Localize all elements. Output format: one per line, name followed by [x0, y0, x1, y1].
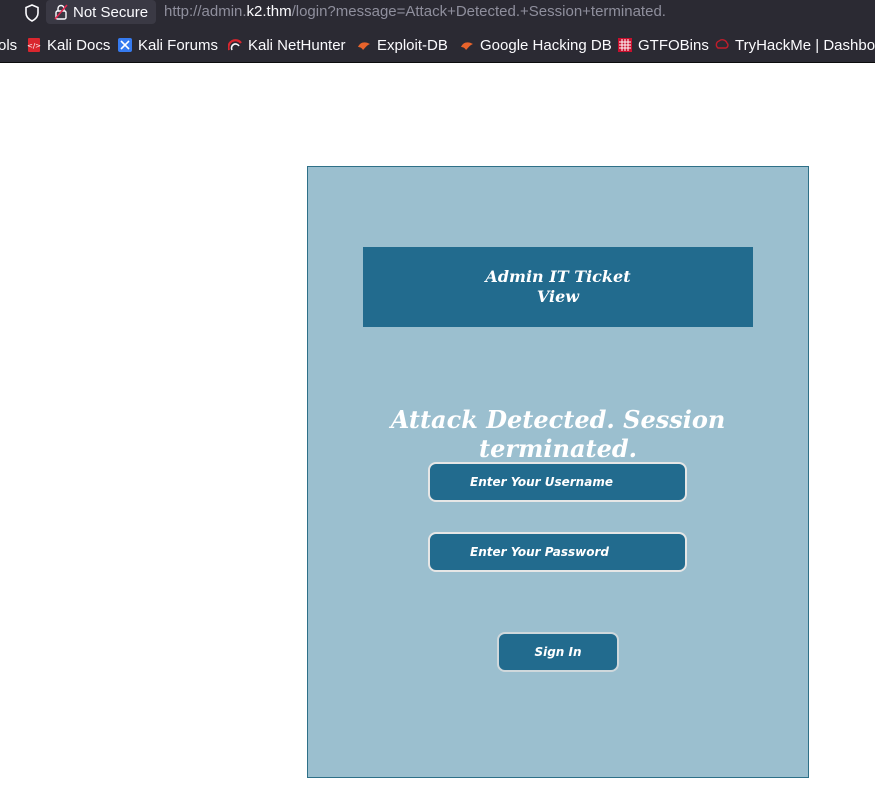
bookmark-label: Kali Docs: [47, 36, 111, 54]
kali-docs-icon: </>: [27, 38, 41, 52]
gtfobins-icon: [618, 38, 632, 52]
bookmark-label: GTFOBins: [638, 36, 709, 54]
lock-warning-icon: [54, 4, 68, 20]
bookmark-label: Exploit-DB: [377, 36, 448, 54]
bookmark-exploit-db[interactable]: Exploit-DB: [357, 36, 448, 54]
url-prefix: http://admin.: [164, 3, 247, 20]
page-title: Admin IT Ticket View: [473, 267, 643, 307]
page-title-line-1: Admin IT Ticket: [485, 267, 631, 286]
security-indicator[interactable]: Not Secure: [46, 0, 157, 24]
bookmark-label: Kali NetHunter: [248, 36, 346, 54]
address-field[interactable]: http://admin.k2.thm/login?message=Attack…: [164, 2, 666, 22]
ghdb-icon: [460, 38, 474, 52]
bookmark-label: TryHackMe | Dashboa: [735, 36, 875, 54]
alert-message: Attack Detected. Session terminated.: [390, 405, 726, 463]
tryhackme-icon: [715, 38, 729, 52]
bookmark-tools[interactable]: ols: [0, 36, 17, 54]
browser-url-bar: Not Secure http://admin.k2.thm/login?mes…: [0, 0, 875, 28]
bookmark-tryhackme[interactable]: TryHackMe | Dashboa: [715, 36, 875, 54]
url-host: k2.thm: [246, 3, 292, 20]
bookmark-kali-docs[interactable]: </> Kali Docs: [27, 36, 110, 54]
bookmark-label: Kali Forums: [138, 36, 219, 54]
security-label: Not Secure: [73, 3, 149, 21]
page-title-box: Admin IT Ticket View: [363, 247, 753, 327]
bookmark-gtfobins[interactable]: GTFOBins: [618, 36, 709, 54]
svg-text:</>: </>: [27, 42, 41, 50]
bookmarks-toolbar: ols </> Kali Docs Kali Forums Kali NetHu…: [0, 28, 875, 63]
bookmark-label: ols: [0, 36, 18, 54]
bookmark-google-hacking-db[interactable]: Google Hacking DB: [460, 36, 612, 54]
sign-in-button[interactable]: Sign In: [497, 632, 619, 672]
shield-icon[interactable]: [24, 4, 40, 22]
url-path: /login?message=Attack+Detected.+Session+…: [291, 3, 666, 20]
username-input[interactable]: [428, 462, 687, 502]
bookmark-kali-forums[interactable]: Kali Forums: [118, 36, 218, 54]
exploit-db-icon: [357, 38, 371, 52]
bookmark-label: Google Hacking DB: [480, 36, 612, 54]
nethunter-icon: [228, 38, 242, 52]
login-panel: Admin IT Ticket View Attack Detected. Se…: [307, 166, 809, 778]
kali-forums-icon: [118, 38, 132, 52]
password-input[interactable]: [428, 532, 687, 572]
page-title-line-2: View: [536, 287, 580, 306]
bookmark-kali-nethunter[interactable]: Kali NetHunter: [228, 36, 346, 54]
